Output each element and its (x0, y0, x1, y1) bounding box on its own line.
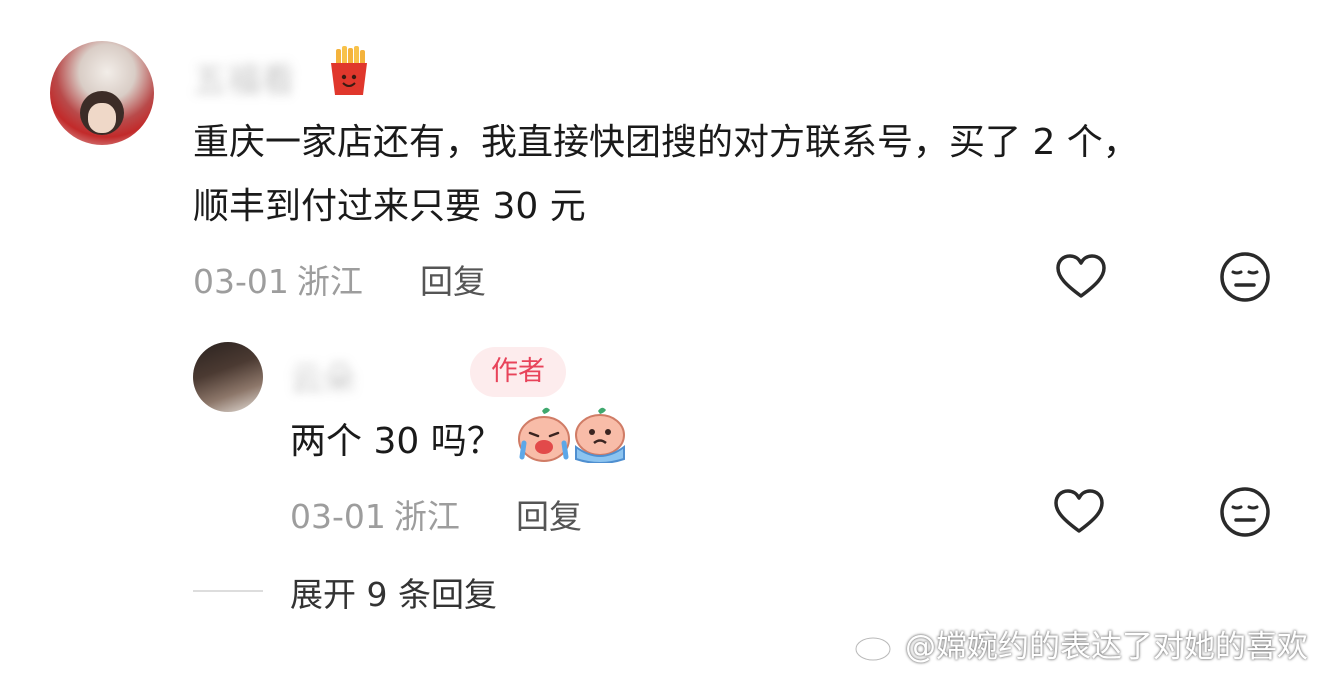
expand-replies-button[interactable]: 展开 9 条回复 (290, 568, 497, 616)
watermark: @嫦婉约的表达了对她的喜欢 (853, 619, 1308, 667)
crying-emoji (518, 407, 570, 462)
author-tag-badge: 作者 (470, 347, 566, 397)
reply-author-username[interactable]: 云朵 (290, 352, 356, 400)
commenter-avatar[interactable] (50, 41, 154, 145)
reply-date: 03-01 (290, 497, 386, 536)
thread-divider (193, 590, 263, 592)
comment-reply-button[interactable]: 回复 (420, 255, 486, 303)
comment-text-line-1: 重庆一家店还有，我直接快团搜的对方联系号，买了 2 个， (193, 122, 1139, 163)
reply-location: 浙江 (393, 497, 460, 536)
like-heart-icon[interactable] (1054, 250, 1108, 304)
dislike-face-icon[interactable] (1218, 485, 1272, 539)
comment-date: 03-01 (193, 262, 289, 301)
commenter-username[interactable]: 五福看 (193, 53, 295, 102)
reply-meta: 03-01 浙江 (290, 490, 460, 538)
weibo-icon (854, 627, 896, 662)
french-fries-icon (331, 46, 367, 95)
comment-location: 浙江 (296, 262, 363, 301)
like-heart-icon[interactable] (1052, 485, 1106, 539)
comment-meta: 03-01 浙江 (193, 255, 363, 303)
reply-author-avatar[interactable] (193, 342, 263, 412)
reply-text: 两个 30 吗？ (290, 421, 503, 462)
dislike-face-icon[interactable] (1218, 250, 1272, 304)
sad-emoji (575, 407, 625, 463)
comment-text-line-2: 顺丰到付过来只要 30 元 (193, 186, 586, 227)
watermark-text: @嫦婉约的表达了对她的喜欢 (905, 628, 1308, 665)
comment-thread: 五福看 重庆一家店还有，我直接快团搜的对方联系号，买了 2 个， 顺丰到付过来只… (0, 0, 1320, 675)
reply-reply-button[interactable]: 回复 (516, 490, 582, 538)
